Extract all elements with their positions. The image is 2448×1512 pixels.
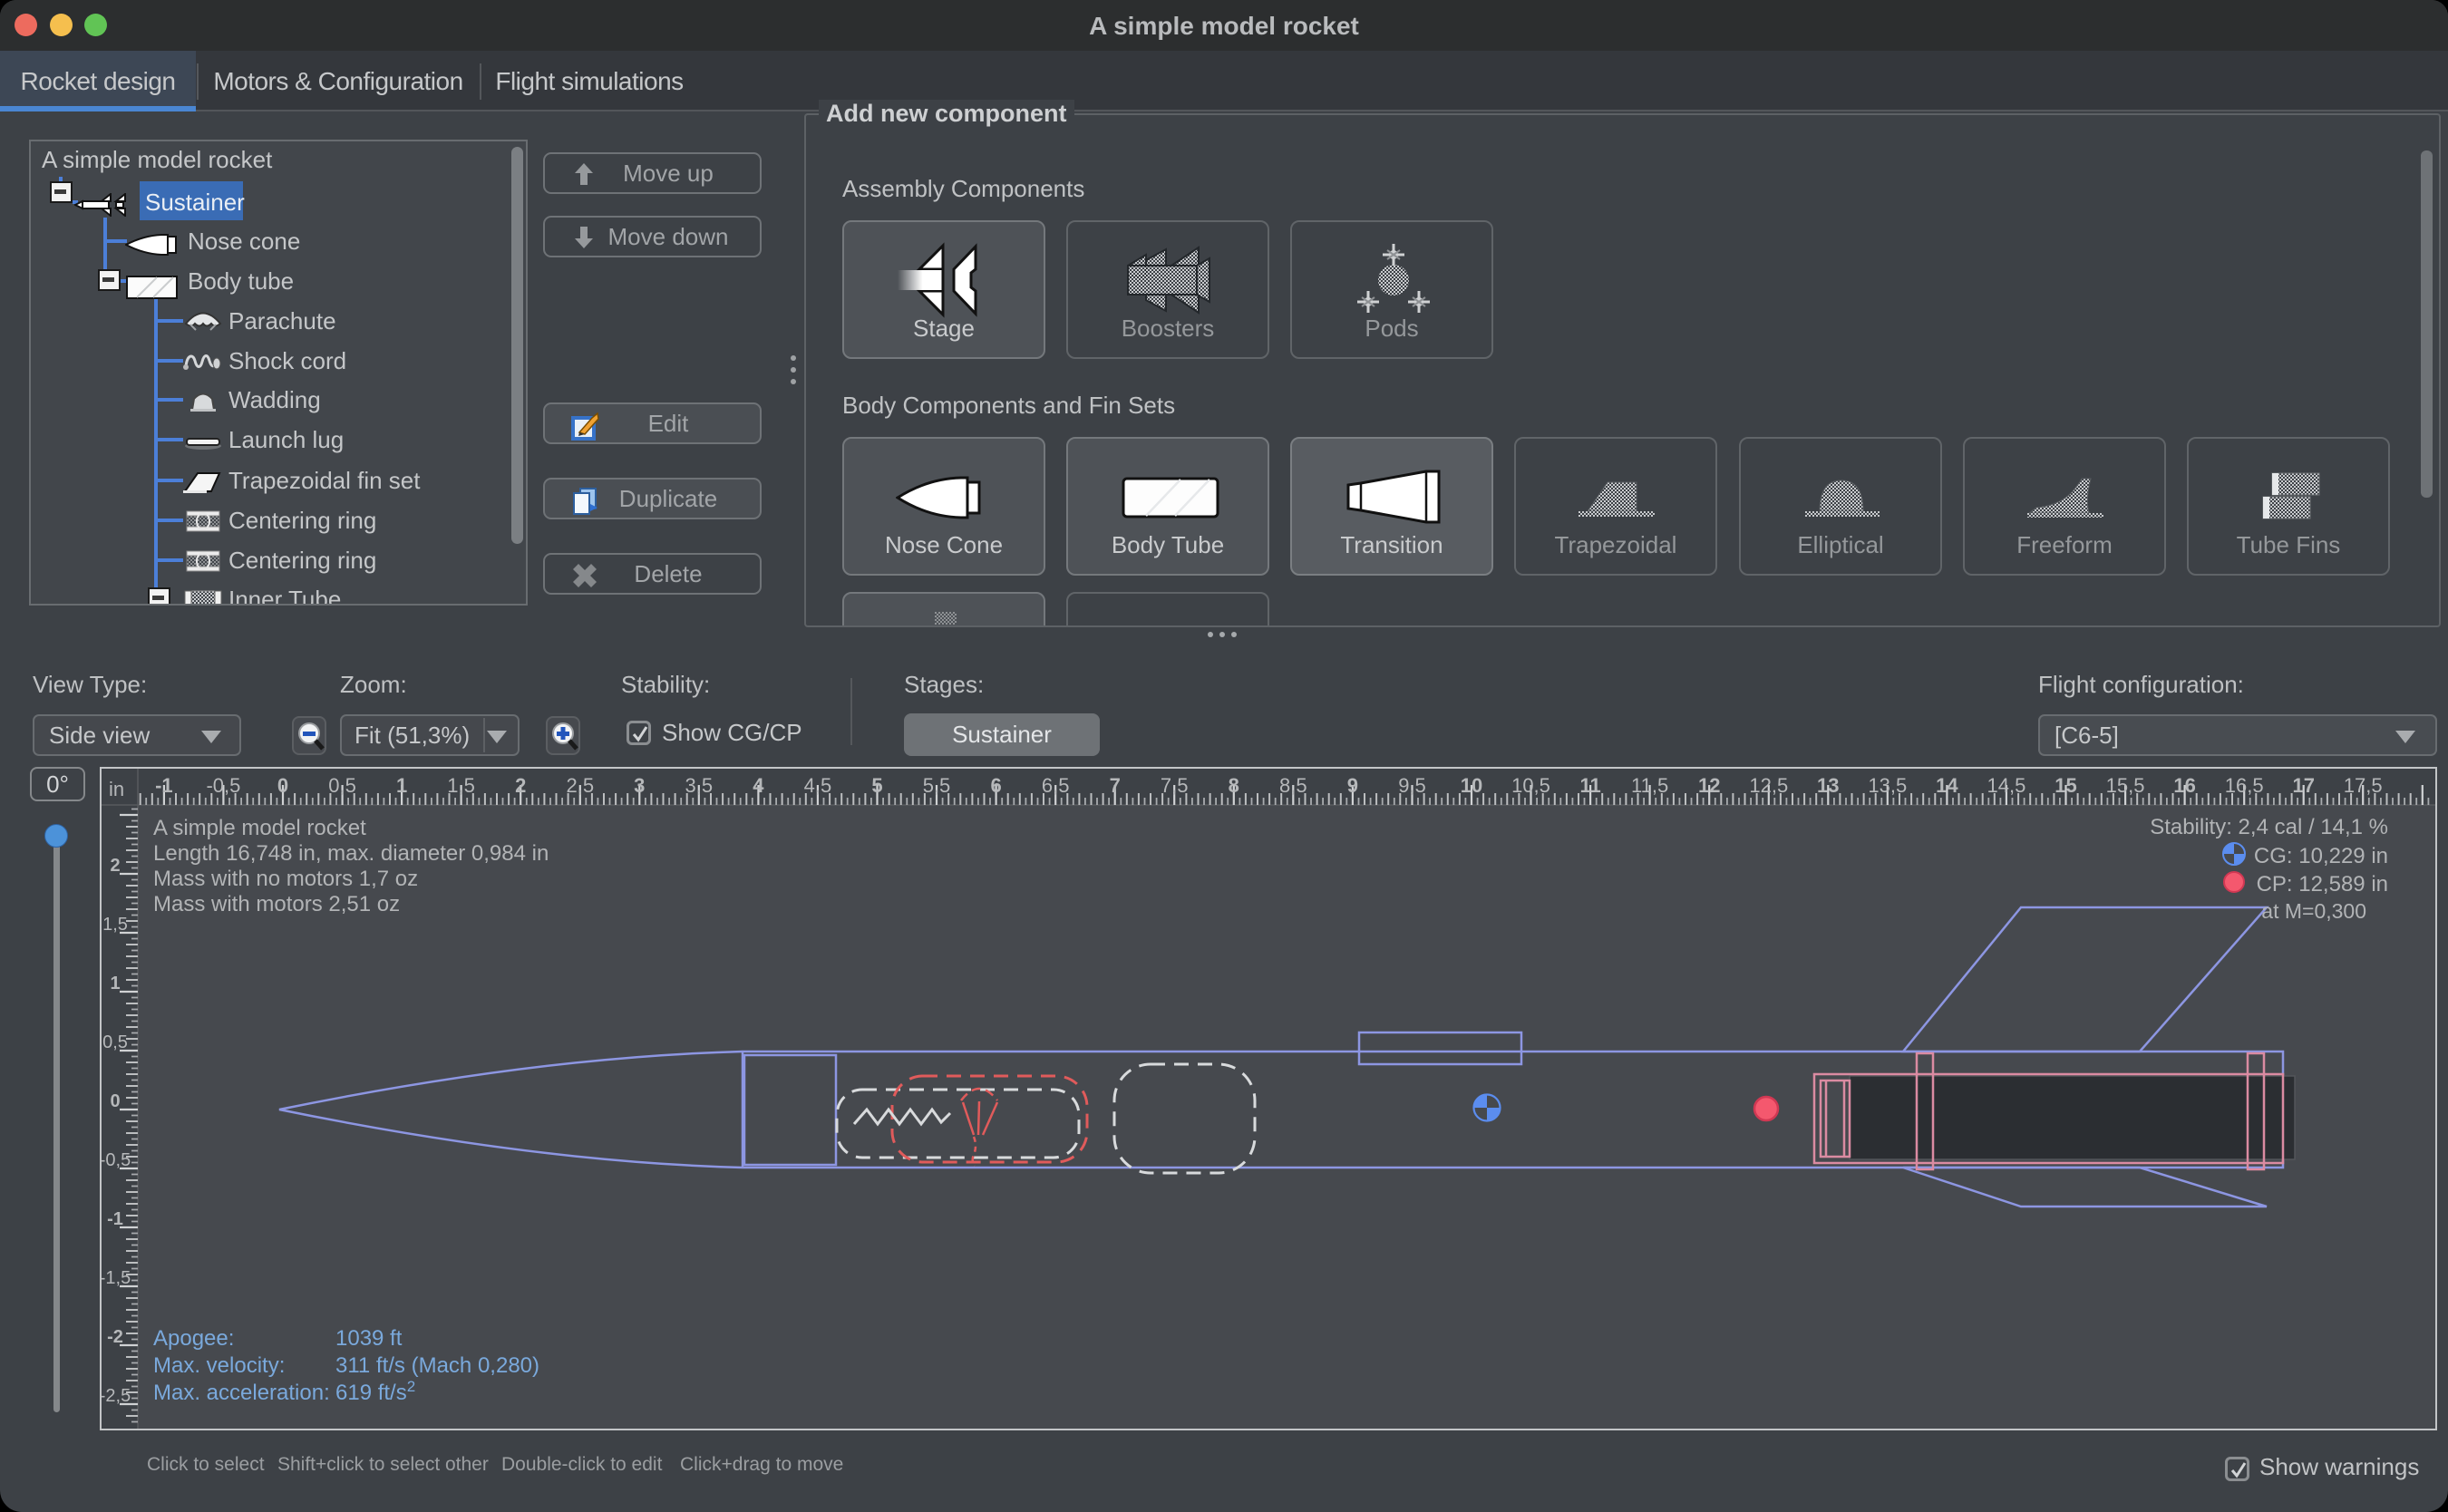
svg-text:1,5: 1,5 [447, 774, 475, 797]
svg-text:6,5: 6,5 [1042, 774, 1070, 797]
svg-text:2: 2 [110, 856, 120, 876]
svg-text:311 ft/s (Mach 0,280): 311 ft/s (Mach 0,280) [335, 1353, 539, 1378]
svg-text:Max. acceleration:: Max. acceleration: [153, 1381, 330, 1405]
svg-text:3,5: 3,5 [685, 774, 714, 797]
svg-text:5,5: 5,5 [923, 774, 951, 797]
svg-text:2: 2 [515, 774, 526, 797]
svg-text:0,5: 0,5 [102, 1032, 128, 1052]
svg-text:CP: 12,589 in: CP: 12,589 in [2257, 872, 2388, 897]
svg-text:-1: -1 [107, 1209, 123, 1229]
svg-text:10: 10 [1461, 774, 1482, 797]
svg-text:-1: -1 [155, 774, 173, 797]
svg-text:9: 9 [1347, 774, 1358, 797]
svg-text:2,5: 2,5 [567, 774, 595, 797]
svg-text:6: 6 [990, 774, 1001, 797]
svg-text:12: 12 [1698, 774, 1720, 797]
svg-text:5: 5 [871, 774, 882, 797]
svg-text:CG: 10,229 in: CG: 10,229 in [2254, 844, 2388, 868]
svg-text:13,5: 13,5 [1868, 774, 1907, 797]
svg-text:13: 13 [1817, 774, 1839, 797]
svg-text:3: 3 [634, 774, 645, 797]
svg-text:14,5: 14,5 [1987, 774, 2025, 797]
svg-text:10,5: 10,5 [1511, 774, 1550, 797]
svg-text:Apogee:: Apogee: [153, 1326, 234, 1351]
svg-text:17: 17 [2292, 774, 2314, 797]
svg-text:4,5: 4,5 [804, 774, 832, 797]
svg-text:12,5: 12,5 [1749, 774, 1788, 797]
svg-text:8: 8 [1229, 774, 1239, 797]
svg-text:619 ft/s2: 619 ft/s2 [335, 1378, 415, 1405]
svg-text:-0,5: -0,5 [102, 1150, 131, 1170]
svg-text:in: in [109, 778, 124, 800]
svg-text:-2,5: -2,5 [102, 1386, 131, 1406]
svg-text:A simple model rocket: A simple model rocket [153, 816, 366, 840]
svg-text:4: 4 [753, 774, 764, 797]
svg-text:16: 16 [2173, 774, 2195, 797]
svg-text:0,5: 0,5 [328, 774, 356, 797]
svg-text:Max. velocity:: Max. velocity: [153, 1353, 285, 1378]
svg-text:Length 16,748 in, max. diamete: Length 16,748 in, max. diameter 0,984 in [153, 841, 549, 866]
svg-text:Stability: 2,4 cal / 14,1 %: Stability: 2,4 cal / 14,1 % [2150, 815, 2388, 839]
svg-text:Mass with motors 2,51 oz: Mass with motors 2,51 oz [153, 892, 400, 916]
svg-text:11,5: 11,5 [1631, 774, 1668, 797]
svg-text:7: 7 [1110, 774, 1121, 797]
svg-text:1: 1 [396, 774, 407, 797]
svg-text:at M=0,300: at M=0,300 [2261, 899, 2366, 923]
svg-text:0: 0 [110, 1091, 120, 1111]
svg-text:1: 1 [110, 974, 120, 993]
svg-text:15: 15 [2055, 774, 2076, 797]
svg-text:15,5: 15,5 [2106, 774, 2145, 797]
svg-text:11: 11 [1579, 774, 1600, 797]
svg-text:-2: -2 [107, 1327, 123, 1347]
svg-text:1039 ft: 1039 ft [335, 1326, 403, 1351]
svg-text:7,5: 7,5 [1161, 774, 1189, 797]
svg-text:16,5: 16,5 [2225, 774, 2264, 797]
svg-text:9,5: 9,5 [1398, 774, 1426, 797]
svg-text:8,5: 8,5 [1279, 774, 1307, 797]
svg-text:-0,5: -0,5 [206, 774, 240, 797]
svg-text:-1,5: -1,5 [102, 1268, 131, 1288]
svg-text:Mass with no motors 1,7 oz: Mass with no motors 1,7 oz [153, 867, 418, 891]
svg-text:14: 14 [1936, 774, 1958, 797]
svg-text:17,5: 17,5 [2344, 774, 2383, 797]
svg-text:0: 0 [277, 774, 288, 797]
svg-text:1,5: 1,5 [102, 915, 128, 935]
